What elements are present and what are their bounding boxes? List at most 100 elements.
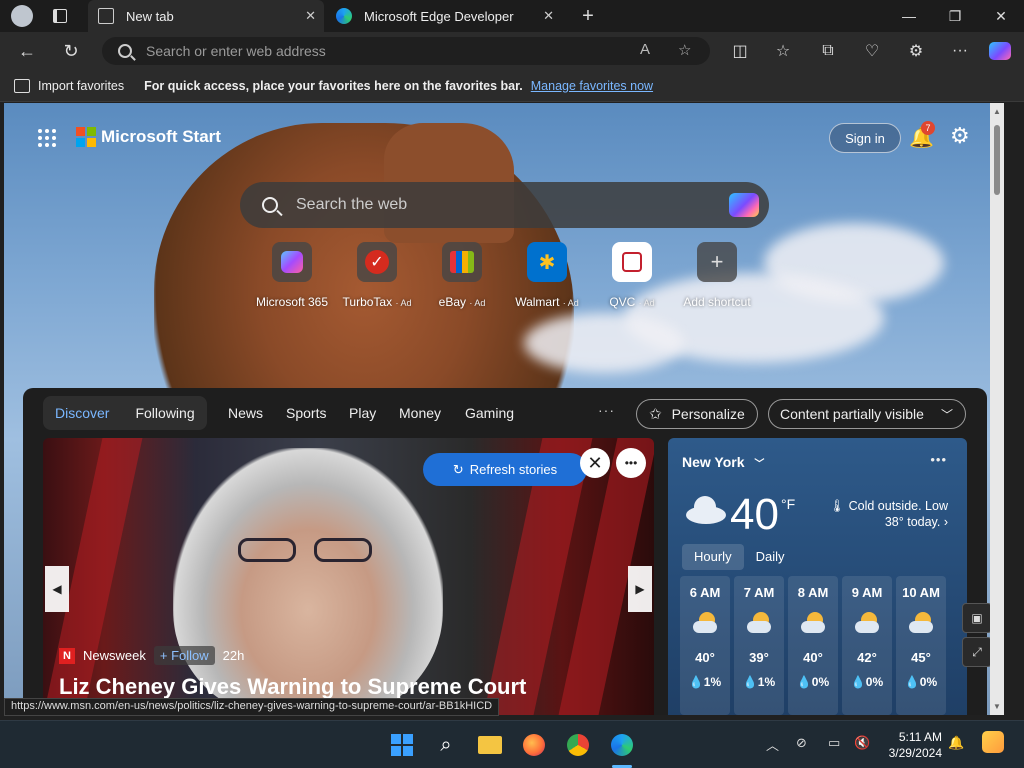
firefox-icon[interactable]	[520, 731, 548, 759]
start-button[interactable]	[388, 731, 416, 759]
close-tab-icon[interactable]: ✕	[543, 8, 554, 24]
tab-hourly[interactable]: Hourly	[682, 544, 744, 570]
chrome-icon[interactable]	[564, 731, 592, 759]
back-button[interactable]: ←	[12, 37, 42, 65]
shortcut-walmart[interactable]: ✱ Walmart · Ad	[504, 242, 590, 309]
next-story-button[interactable]: ▶	[628, 566, 652, 612]
scroll-up-icon[interactable]: ▲	[993, 107, 1001, 116]
new-tab-button[interactable]: +	[574, 4, 602, 28]
plus-icon: +	[697, 242, 737, 282]
personalize-button[interactable]: ✩ Personalize	[636, 399, 758, 429]
content-visibility-label: Content partially visible	[780, 406, 924, 422]
tab-label: New tab	[126, 8, 174, 24]
import-favorites-button[interactable]: Import favorites	[14, 78, 124, 93]
split-screen-icon[interactable]: ◫	[728, 39, 752, 63]
web-search-input[interactable]	[296, 196, 729, 214]
hourly-item[interactable]: 6 AM 40° 💧1%	[680, 576, 730, 715]
settings-more-icon[interactable]: ···	[948, 39, 972, 63]
expand-icon[interactable]: ⤢	[962, 637, 992, 667]
shortcut-add[interactable]: + Add shortcut	[674, 242, 760, 309]
page-settings-gear-icon[interactable]: ⚙	[950, 123, 970, 149]
hour-precip: 💧0%	[850, 675, 884, 689]
search-icon[interactable]: ⌕	[432, 731, 460, 759]
tab-following[interactable]: Following	[135, 405, 194, 421]
page-scrollbar[interactable]: ▲ ▼	[990, 103, 1004, 715]
display-icon[interactable]: ▭	[828, 735, 840, 751]
scrollbar-thumb[interactable]	[994, 125, 1000, 195]
shortcut-ebay[interactable]: eBay · Ad	[419, 242, 505, 309]
copilot-icon[interactable]	[729, 193, 759, 217]
shortcut-turbotax[interactable]: ✓ TurboTax · Ad	[334, 242, 420, 309]
hourly-item[interactable]: 7 AM 39° 💧1%	[734, 576, 784, 715]
tab-new-tab[interactable]: New tab ✕	[88, 0, 324, 32]
tab-edge-developer[interactable]: Microsoft Edge Developer ✕	[326, 0, 562, 32]
dismiss-refresh-button[interactable]: ✕	[580, 448, 610, 478]
tab-play[interactable]: Play	[349, 405, 376, 421]
background-image-icon[interactable]: ▣	[962, 603, 992, 633]
tab-news[interactable]: News	[228, 405, 263, 421]
content-visibility-dropdown[interactable]: Content partially visible ﹀	[768, 399, 966, 429]
copilot-preview-icon[interactable]	[982, 731, 1004, 753]
shortcut-microsoft-365[interactable]: Microsoft 365	[249, 242, 335, 309]
shortcut-qvc[interactable]: QVC · Ad	[589, 242, 675, 309]
favorites-icon[interactable]: ☆	[771, 39, 795, 63]
collections-icon[interactable]: ⧉	[816, 39, 840, 63]
tab-gaming[interactable]: Gaming	[465, 405, 514, 421]
web-search-box[interactable]	[240, 182, 769, 228]
qvc-icon	[612, 242, 652, 282]
tab-money[interactable]: Money	[399, 405, 441, 421]
file-explorer-icon[interactable]	[476, 731, 504, 759]
weather-location[interactable]: New York ﹀	[682, 454, 764, 470]
forecast-tabs: Hourly Daily	[682, 544, 796, 570]
show-hidden-icons-chevron-icon[interactable]: ︿	[766, 735, 779, 754]
story-more-options-icon[interactable]: •••	[616, 448, 646, 478]
brand-title[interactable]: Microsoft Start	[101, 127, 221, 147]
minimize-button[interactable]: —	[886, 0, 932, 32]
previous-story-button[interactable]: ◀	[45, 566, 69, 612]
partly-sunny-icon	[799, 612, 827, 642]
tab-daily[interactable]: Daily	[744, 544, 797, 570]
profile-icon[interactable]	[8, 4, 36, 28]
close-tab-icon[interactable]: ✕	[305, 8, 316, 24]
app-launcher-icon[interactable]	[38, 129, 56, 147]
manage-favorites-link[interactable]: Manage favorites now	[531, 79, 653, 93]
weather-card[interactable]: New York ﹀ ••• 40 °F 🌡 Cold outside. Low…	[668, 438, 967, 715]
shortcut-label: eBay	[438, 295, 466, 309]
edge-taskbar-icon[interactable]	[608, 731, 636, 759]
hourly-item[interactable]: 8 AM 40° 💧0%	[788, 576, 838, 715]
follow-button[interactable]: + Follow	[153, 646, 215, 665]
restore-button[interactable]: ❐	[932, 0, 978, 32]
hourly-item[interactable]: 10 AM 45° 💧0%	[896, 576, 946, 715]
hour-temp: 40°	[695, 650, 715, 665]
favorite-star-icon[interactable]: ☆	[678, 41, 691, 59]
sign-in-button[interactable]: Sign in	[829, 123, 901, 153]
extensions-icon[interactable]: ⚙	[904, 39, 928, 63]
story-source[interactable]: Newsweek	[83, 648, 146, 663]
notification-bell-icon[interactable]: 🔔	[948, 735, 964, 751]
read-aloud-icon[interactable]: A	[640, 41, 650, 58]
hourly-item[interactable]: 9 AM 42° 💧0%	[842, 576, 892, 715]
refresh-button[interactable]: ↻	[56, 37, 86, 65]
close-window-button[interactable]: ✕	[978, 0, 1024, 32]
weather-city: New York	[682, 454, 745, 470]
refresh-stories-button[interactable]: ↻ Refresh stories	[423, 453, 587, 486]
new-tab-page: Microsoft Start Sign in 🔔 7 ⚙ Microsoft …	[4, 103, 1004, 715]
more-tabs-icon[interactable]: ···	[598, 402, 615, 418]
system-clock[interactable]: 5:11 AM 3/29/2024	[880, 729, 942, 761]
ebay-icon	[442, 242, 482, 282]
address-bar[interactable]: A ☆	[102, 37, 710, 65]
weather-description[interactable]: 🌡 Cold outside. Low 38° today. ›	[820, 498, 948, 530]
network-offline-icon[interactable]: ⊘	[796, 735, 807, 751]
address-input[interactable]	[146, 43, 710, 59]
tab-discover[interactable]: Discover	[55, 405, 109, 421]
scroll-down-icon[interactable]: ▼	[993, 702, 1001, 711]
browser-essentials-icon[interactable]: ♡	[860, 39, 884, 63]
weather-more-options-icon[interactable]: •••	[930, 452, 947, 467]
tab-actions-icon[interactable]	[46, 4, 74, 28]
shortcut-label: Walmart	[515, 295, 560, 309]
story-headline[interactable]: Liz Cheney Gives Warning to Supreme Cour…	[59, 674, 526, 700]
copilot-icon[interactable]	[988, 39, 1012, 63]
tab-sports[interactable]: Sports	[286, 405, 326, 421]
volume-muted-icon[interactable]: 🔇	[854, 735, 870, 751]
notification-badge: 7	[921, 121, 935, 135]
